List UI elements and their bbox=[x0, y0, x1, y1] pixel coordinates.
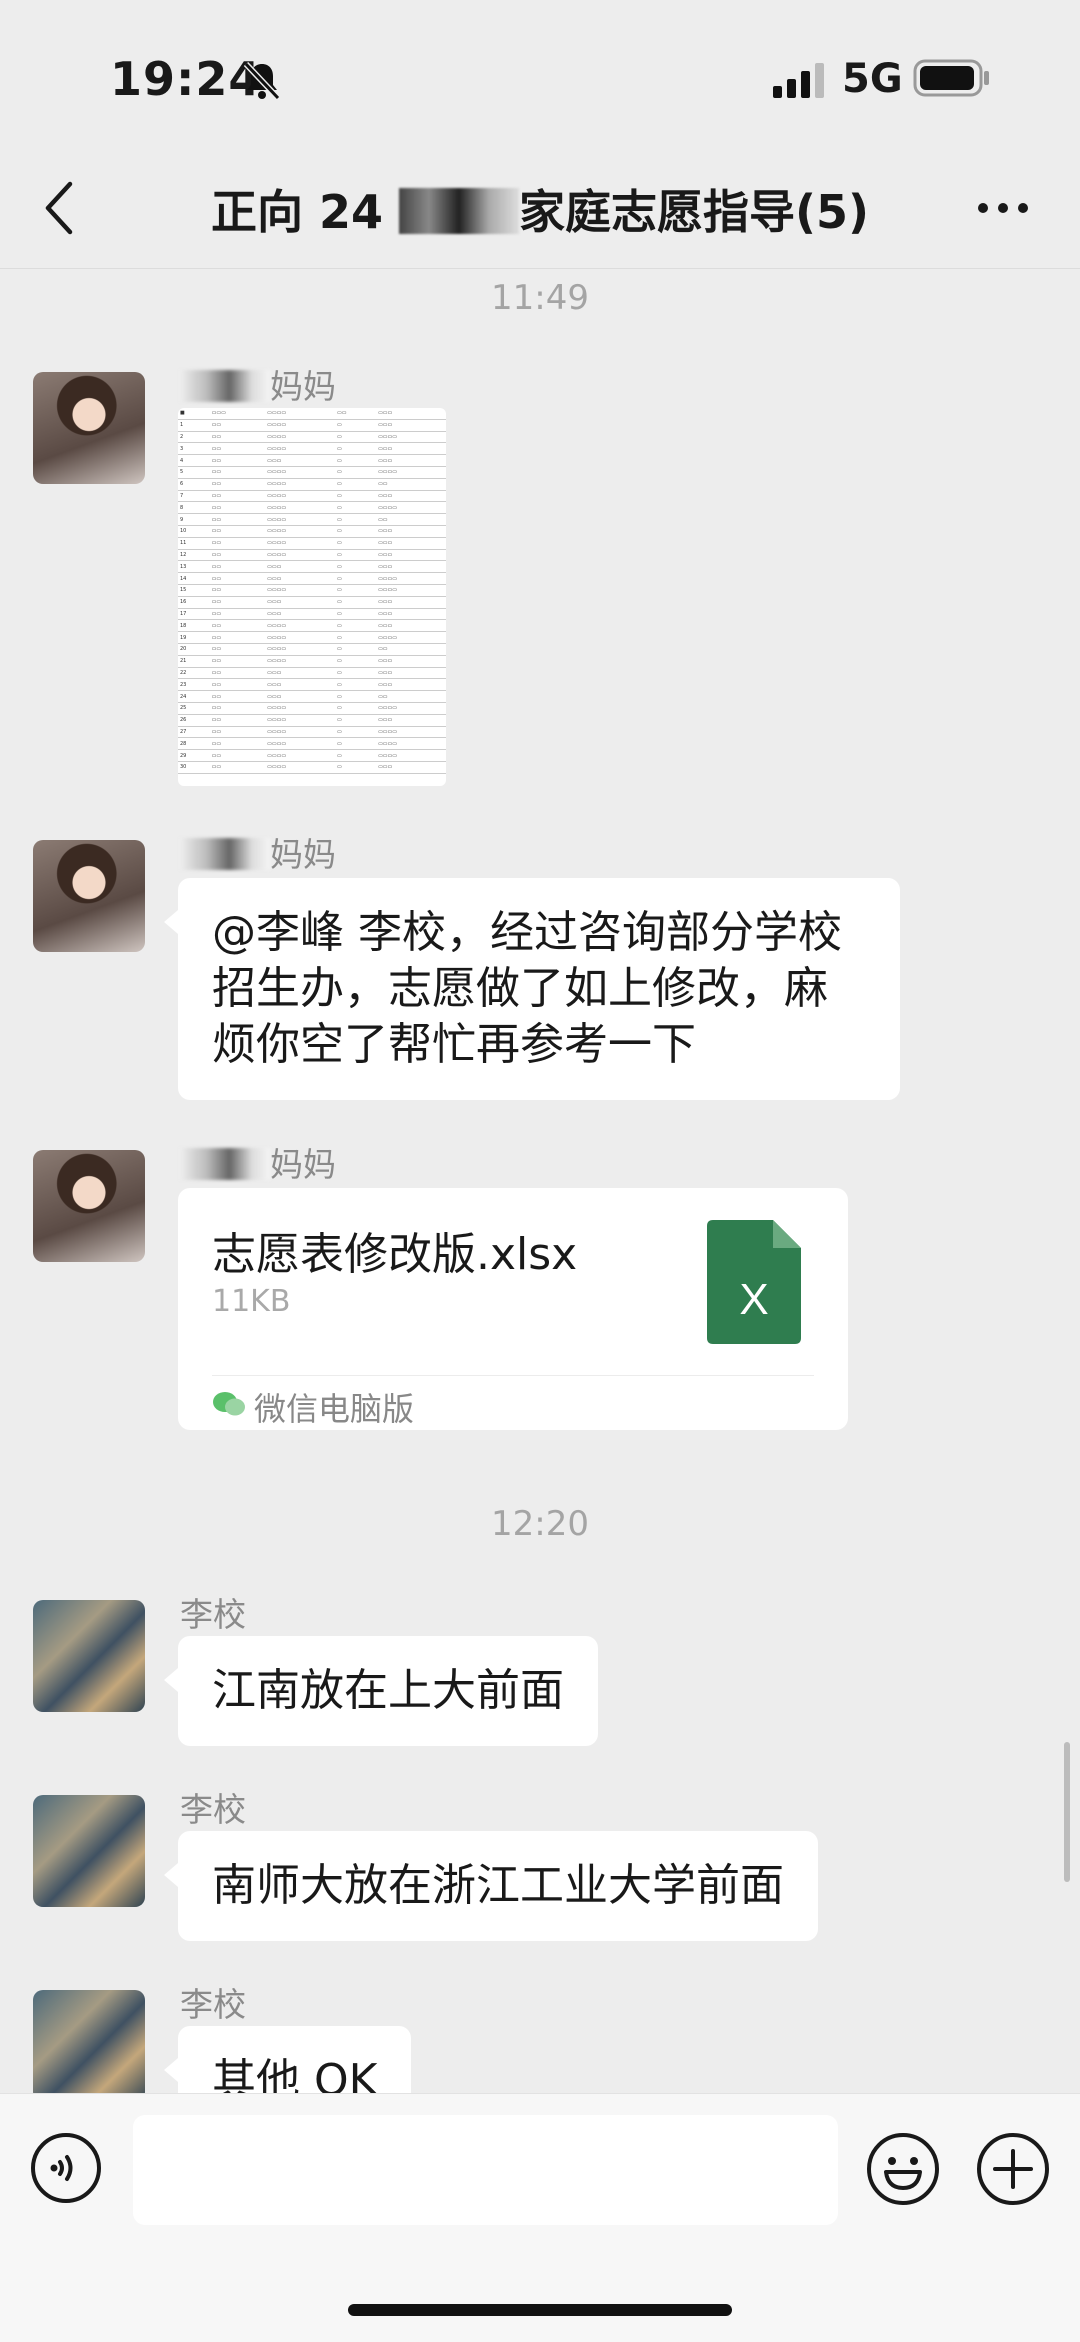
timestamp: 11:49 bbox=[491, 278, 589, 318]
add-icon[interactable] bbox=[976, 2132, 1050, 2206]
battery-icon bbox=[913, 59, 989, 97]
scrollbar[interactable] bbox=[1064, 1742, 1070, 1882]
signal-icon bbox=[773, 63, 824, 98]
home-indicator[interactable] bbox=[348, 2304, 732, 2316]
avatar[interactable] bbox=[33, 1990, 145, 2102]
name-redaction bbox=[180, 1148, 270, 1180]
more-icon[interactable] bbox=[975, 200, 1031, 216]
title-redaction bbox=[398, 188, 519, 234]
sender-name: 李校 bbox=[180, 1595, 246, 1634]
sender-name: 李校 bbox=[180, 1790, 246, 1829]
file-name: 志愿表修改版.xlsx bbox=[212, 1229, 578, 1280]
timestamp: 12:20 bbox=[491, 1504, 589, 1544]
file-card-divider bbox=[212, 1375, 814, 1376]
file-message[interactable]: 志愿表修改版.xlsx 11KB X 微信电脑版 bbox=[178, 1188, 848, 1430]
file-source: 微信电脑版 bbox=[254, 1390, 415, 1428]
avatar[interactable] bbox=[33, 840, 145, 952]
emoji-icon[interactable] bbox=[866, 2132, 940, 2206]
excel-file-letter: X bbox=[739, 1275, 768, 1324]
avatar[interactable] bbox=[33, 1795, 145, 1907]
file-size: 11KB bbox=[212, 1284, 291, 1319]
header-divider bbox=[0, 268, 1080, 269]
spreadsheet-thumbnail: ■ ▭▭▭ ▭▭▭▭ ▭▭ ▭▭▭ 1 ▭▭ ▭▭▭▭ ▭ ▭▭▭ 2 ▭▭ ▭▭▭▭ ▭ ▭▭▭▭ 3… bbox=[178, 408, 446, 774]
avatar[interactable] bbox=[33, 1600, 145, 1712]
excel-file-icon: X bbox=[707, 1220, 801, 1344]
message-bubble[interactable]: 江南放在上大前面 bbox=[164, 1636, 598, 1746]
message-bubble[interactable]: @李峰 李校，经过咨询部分学校招生办，志愿做了如上修改，麻烦你空了帮忙再参考一下 bbox=[164, 878, 900, 1100]
avatar[interactable] bbox=[33, 1150, 145, 1262]
message-input[interactable] bbox=[133, 2115, 838, 2225]
sender-name: 妈妈 bbox=[180, 360, 336, 408]
bell-muted-icon bbox=[243, 61, 281, 101]
chat-title-suffix: 家庭志愿指导(5) bbox=[518, 185, 870, 239]
sender-name: 李校 bbox=[180, 1985, 246, 2024]
name-redaction bbox=[180, 838, 270, 870]
name-redaction bbox=[180, 370, 270, 402]
chat-title-prefix: 正向 24 bbox=[210, 185, 399, 239]
sender-name: 妈妈 bbox=[180, 828, 336, 876]
sender-name: 妈妈 bbox=[180, 1138, 336, 1186]
avatar[interactable] bbox=[33, 372, 145, 484]
chat-title: 正向 24 家庭志愿指导(5) bbox=[0, 176, 1080, 242]
voice-input-icon[interactable] bbox=[30, 2132, 102, 2204]
wechat-icon bbox=[213, 1392, 245, 1416]
image-message[interactable]: ■ ▭▭▭ ▭▭▭▭ ▭▭ ▭▭▭ 1 ▭▭ ▭▭▭▭ ▭ ▭▭▭ 2 ▭▭ ▭▭▭▭ ▭ ▭▭▭▭ 3… bbox=[178, 408, 446, 786]
network-type: 5G bbox=[842, 56, 903, 102]
status-time: 19:24 bbox=[110, 52, 262, 106]
message-bubble[interactable]: 南师大放在浙江工业大学前面 bbox=[164, 1831, 818, 1941]
